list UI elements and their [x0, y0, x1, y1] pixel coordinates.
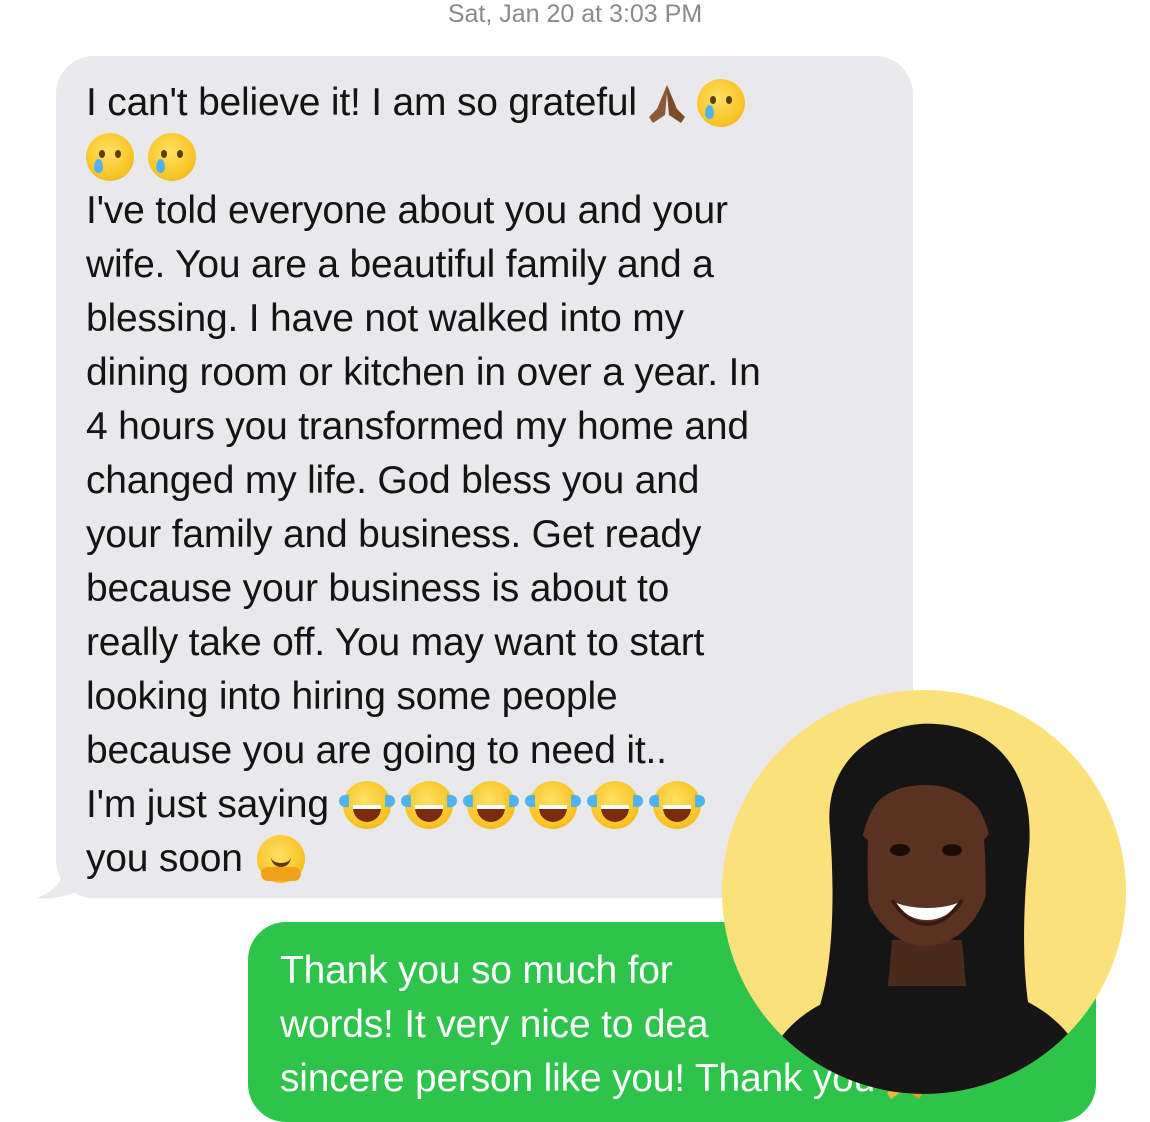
- message-line: 4 hours you transformed my home and: [86, 405, 749, 448]
- message-line: words! It very nice to dea: [280, 1003, 709, 1046]
- face-holding-back-tears-icon: [148, 133, 196, 181]
- message-line: dining room or kitchen in over a year. I…: [86, 351, 761, 394]
- message-line: because your business is about to: [86, 567, 670, 610]
- face-holding-back-tears-icon: [86, 133, 134, 181]
- incoming-bubble-tail: [36, 858, 86, 899]
- message-line: changed my life. God bless you and: [86, 459, 700, 502]
- message-line: sincere person like you! Thank you: [280, 1057, 876, 1100]
- message-line: wife. You are a beautiful family and a: [86, 243, 714, 286]
- message-line: blessing. I have not walked into my: [86, 297, 684, 340]
- message-line: looking into hiring some people: [86, 675, 618, 718]
- message-timestamp: Sat, Jan 20 at 3:03 PM: [447, 0, 703, 28]
- folded-hands-icon: [643, 79, 691, 127]
- tears-of-joy-icon: [586, 781, 643, 829]
- incoming-message-text: I can't believe it! I am so grateful I'v…: [86, 76, 761, 886]
- person-photo: [758, 723, 1094, 1094]
- message-line: Thank you so much for: [280, 949, 673, 992]
- message-line: because you are going to need it..: [86, 729, 667, 772]
- tears-of-joy-icon: [524, 781, 581, 829]
- avatar: [722, 690, 1126, 1094]
- face-holding-back-tears-icon: [696, 79, 745, 127]
- tears-of-joy-icon: [648, 781, 705, 829]
- tears-of-joy-icon: [338, 781, 395, 829]
- message-line: I'm just saying: [86, 783, 329, 826]
- tears-of-joy-icon: [400, 781, 457, 829]
- message-line: really take off. You may want to start: [86, 621, 705, 664]
- message-line: I've told everyone about you and your: [86, 189, 728, 232]
- message-line: your family and business. Get ready: [86, 513, 702, 556]
- message-line: you soon: [86, 837, 243, 880]
- tears-of-joy-icon: [462, 781, 519, 829]
- hugging-face-icon: [256, 835, 305, 883]
- message-line: I can't believe it! I am so grateful: [86, 81, 637, 124]
